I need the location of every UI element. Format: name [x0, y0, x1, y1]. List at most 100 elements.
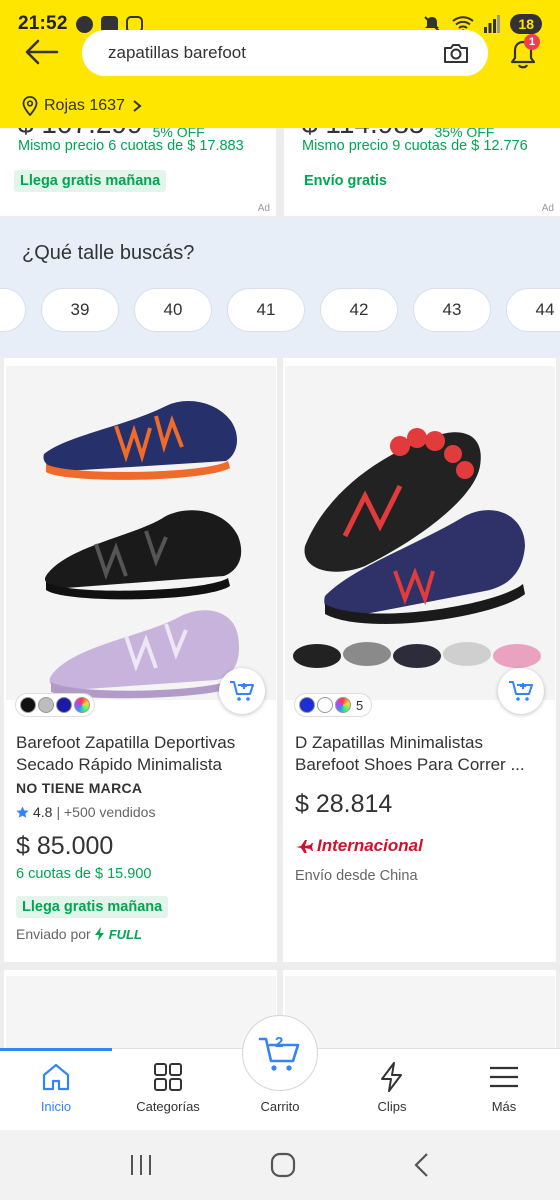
battery-indicator: 18: [510, 14, 542, 34]
location-pin-icon: [22, 96, 38, 116]
results-list: $ 107.299 5% OFF Mismo precio 6 cuotas d…: [0, 128, 560, 1048]
size-options: 38 39 40 41 42 43 44: [0, 288, 560, 332]
nav-label: Carrito: [260, 1099, 300, 1114]
product-title[interactable]: Barefoot Zapatilla Deportivas Secado Ráp…: [16, 732, 268, 776]
cart-plus-icon: [509, 681, 533, 701]
installments-text: Mismo precio 6 cuotas de $ 17.883: [18, 138, 244, 154]
installments-text: Mismo precio 9 cuotas de $ 12.776: [302, 138, 528, 154]
search-query: zapatillas barefoot: [108, 43, 246, 62]
location-selector[interactable]: Rojas 1637: [22, 96, 143, 116]
back-nav-icon[interactable]: [412, 1152, 432, 1178]
nav-mas[interactable]: Más: [448, 1049, 560, 1130]
nav-label: Más: [491, 1099, 517, 1114]
size-filter-section: ¿Qué talle buscás? 38 39 40 41 42 43 44: [0, 218, 560, 358]
product-price: $ 28.814: [295, 790, 393, 818]
product-title[interactable]: D Zapatillas Minimalistas Barefoot Shoes…: [295, 732, 547, 776]
size-option[interactable]: 44: [506, 288, 560, 332]
more-colors-count: 5: [356, 697, 364, 713]
shipping-badge: Llega gratis mañana: [14, 170, 167, 192]
lightning-icon: [94, 927, 104, 941]
add-to-cart-button[interactable]: [219, 668, 265, 714]
airplane-icon: [296, 840, 313, 853]
color-swatch: [38, 697, 54, 713]
product-image: [285, 976, 555, 1048]
product-card[interactable]: 5 D Zapatillas Minimalistas Barefoot Sho…: [283, 358, 556, 962]
shipping-badge: Llega gratis mañana: [16, 896, 169, 918]
system-navigation: [0, 1130, 560, 1200]
app-header: 21:52 18 zapatillas barefoot 1 Rojas 163…: [0, 0, 560, 128]
international-label: Internacional: [317, 836, 423, 855]
size-section-title: ¿Qué talle buscás?: [22, 242, 195, 264]
cart-plus-icon: [230, 681, 254, 701]
nav-label: Categorías: [136, 1099, 200, 1114]
size-option[interactable]: 38: [0, 288, 26, 332]
size-option[interactable]: 39: [41, 288, 119, 332]
ships-from-text: Envío desde China: [295, 868, 418, 884]
facebook-icon: [75, 15, 93, 33]
full-label: FULL: [108, 926, 142, 942]
back-button[interactable]: [22, 36, 62, 68]
notifications-button[interactable]: 1: [504, 34, 544, 72]
product-image[interactable]: [285, 366, 555, 700]
arrow-left-icon: [25, 39, 59, 65]
color-swatch: [20, 697, 36, 713]
nav-label: Clips: [377, 1099, 407, 1114]
color-swatch: [317, 697, 333, 713]
size-option[interactable]: 43: [413, 288, 491, 332]
shoe-image: [285, 366, 555, 700]
cart-count: 2: [275, 1034, 284, 1051]
clips-icon: [381, 1062, 402, 1092]
home-icon: [42, 1063, 70, 1091]
product-card[interactable]: Barefoot Zapatilla Deportivas Secado Ráp…: [4, 358, 277, 962]
installments-text: 6 cuotas de $ 15.900: [16, 866, 152, 882]
product-card[interactable]: [4, 970, 277, 1048]
home-button-icon[interactable]: [270, 1152, 296, 1178]
signal-icon: [484, 15, 501, 33]
categories-icon: [154, 1063, 182, 1091]
menu-icon: [490, 1066, 518, 1088]
product-card[interactable]: [283, 970, 556, 1048]
star-icon: [16, 806, 29, 818]
product-price: $ 85.000: [16, 832, 114, 860]
top-product-cards: $ 107.299 5% OFF Mismo precio 6 cuotas d…: [0, 128, 560, 216]
add-to-cart-button[interactable]: [498, 668, 544, 714]
size-option[interactable]: 41: [227, 288, 305, 332]
size-option[interactable]: 40: [134, 288, 212, 332]
ad-label: Ad: [541, 203, 554, 214]
recent-apps-icon[interactable]: [128, 1153, 154, 1177]
color-swatches: [16, 694, 94, 716]
sold-count: | +500 vendidos: [56, 804, 156, 820]
location-label: Rojas 1637: [44, 97, 125, 114]
nav-categorias[interactable]: Categorías: [112, 1049, 224, 1130]
product-card[interactable]: $ 114.985 35% OFF Mismo precio 9 cuotas …: [284, 128, 560, 216]
product-card[interactable]: $ 107.299 5% OFF Mismo precio 6 cuotas d…: [0, 128, 276, 216]
notification-badge: 1: [524, 34, 540, 50]
ad-label: Ad: [257, 203, 270, 214]
product-image[interactable]: [6, 366, 276, 700]
product-grid: Barefoot Zapatilla Deportivas Secado Ráp…: [0, 358, 560, 962]
fulfillment-info: Enviado por FULL: [16, 926, 142, 942]
status-time: 21:52: [18, 13, 68, 34]
international-badge: Internacional: [295, 836, 423, 856]
multicolor-swatch: [335, 697, 351, 713]
bottom-navigation: Inicio Categorías 2 Carrito Clips Más: [0, 1015, 560, 1130]
sent-by-label: Enviado por: [16, 926, 91, 942]
size-option[interactable]: 42: [320, 288, 398, 332]
shipping-text: Envío gratis: [304, 173, 387, 189]
nav-clips[interactable]: Clips: [336, 1049, 448, 1130]
rating-score: 4.8: [33, 804, 53, 820]
color-swatches: 5: [295, 694, 372, 716]
chevron-right-icon: [133, 100, 142, 112]
cart-button[interactable]: 2: [242, 1015, 318, 1091]
product-image: [6, 976, 276, 1048]
shoe-image: [6, 366, 276, 700]
color-swatch: [56, 697, 72, 713]
product-rating: 4.8 | +500 vendidos: [16, 804, 155, 820]
color-swatch: [299, 697, 315, 713]
search-input[interactable]: zapatillas barefoot: [82, 30, 488, 76]
multicolor-swatch: [74, 697, 90, 713]
nav-inicio[interactable]: Inicio: [0, 1048, 112, 1130]
camera-search-button[interactable]: [442, 39, 470, 67]
product-brand: NO TIENE MARCA: [16, 780, 143, 796]
nav-carrito[interactable]: 2 Carrito: [224, 1015, 336, 1130]
